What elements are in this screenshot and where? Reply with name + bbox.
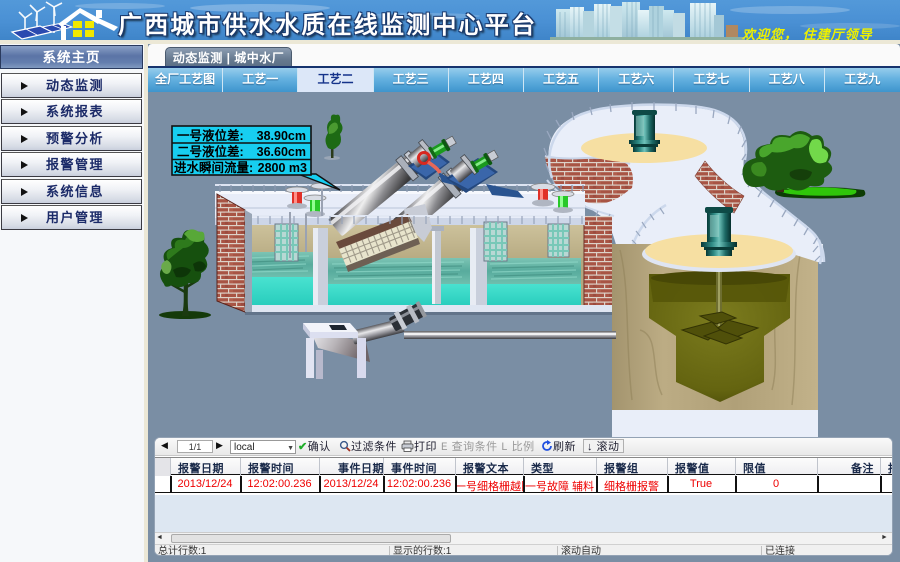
- svg-text:二号液位差:: 二号液位差:: [177, 144, 244, 159]
- svg-text:进水瞬间流量:: 进水瞬间流量:: [174, 160, 253, 175]
- svg-text:一号液位差:: 一号液位差:: [177, 128, 244, 143]
- svg-text:36.60cm: 36.60cm: [257, 145, 306, 159]
- svg-text:38.90cm: 38.90cm: [257, 129, 306, 143]
- svg-text:2800 m3: 2800 m3: [258, 161, 307, 175]
